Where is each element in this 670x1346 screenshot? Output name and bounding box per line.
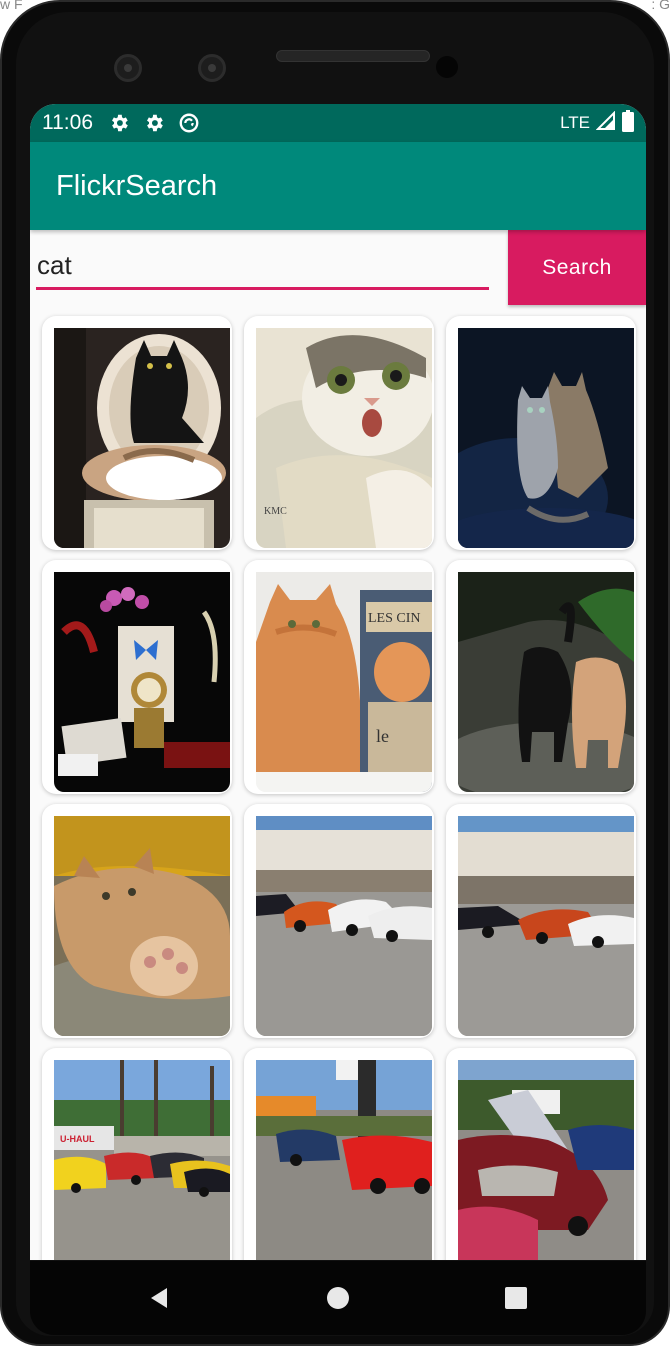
- result-photo-clock-still-life[interactable]: [54, 572, 230, 792]
- svg-text:KMC: KMC: [264, 506, 287, 517]
- app-bar: FlickrSearch: [30, 142, 646, 230]
- result-photo-car-lot[interactable]: [256, 816, 432, 1036]
- front-camera: [114, 54, 142, 82]
- result-photo-cars-uhaul[interactable]: U-HAUL: [54, 1060, 230, 1260]
- search-row: Search: [30, 230, 646, 306]
- proximity-sensor: [436, 56, 458, 78]
- network-type: LTE: [560, 113, 590, 132]
- svg-text:U-HAUL: U-HAUL: [60, 1134, 95, 1144]
- result-card[interactable]: [244, 1048, 434, 1260]
- result-photo-red-blue-cars[interactable]: [256, 1060, 432, 1260]
- navigation-bar: [30, 1261, 646, 1335]
- result-card[interactable]: [446, 316, 636, 550]
- result-photo-orange-cat-tin[interactable]: LES CIN le: [256, 572, 432, 792]
- device-top-right-text: : G: [651, 0, 670, 12]
- svg-text:LES CIN: LES CIN: [368, 611, 421, 626]
- result-photo-cats-walking[interactable]: [458, 572, 634, 792]
- home-icon[interactable]: [325, 1285, 351, 1311]
- battery-icon: [622, 109, 634, 137]
- result-photo-two-cats[interactable]: [458, 328, 634, 548]
- app-screen: 11:06 LTE FlickrSearch Search: [30, 104, 646, 1260]
- settings-icon: [142, 111, 166, 135]
- status-bar: 11:06 LTE: [30, 104, 646, 142]
- result-card[interactable]: [244, 804, 434, 1038]
- result-card[interactable]: [446, 560, 636, 794]
- result-photo-lying-cat[interactable]: [54, 816, 230, 1036]
- settings-icon: [107, 111, 131, 135]
- result-card[interactable]: [42, 316, 232, 550]
- sync-icon: [177, 111, 201, 135]
- search-input[interactable]: [36, 244, 489, 290]
- status-right-group: LTE: [560, 109, 634, 137]
- recents-icon[interactable]: [503, 1285, 529, 1311]
- result-photo-watercolor-cat[interactable]: KMC: [256, 328, 432, 548]
- result-card[interactable]: LES CIN le: [244, 560, 434, 794]
- svg-text:le: le: [376, 726, 389, 746]
- signal-icon: [595, 110, 616, 136]
- result-card[interactable]: [42, 804, 232, 1038]
- device-top-left-text: w F: [0, 0, 23, 12]
- result-photo-car-lot-2[interactable]: [458, 816, 634, 1036]
- result-card[interactable]: U-HAUL: [42, 1048, 232, 1260]
- status-time: 11:06: [42, 111, 93, 134]
- result-card[interactable]: KMC: [244, 316, 434, 550]
- result-card[interactable]: [42, 560, 232, 794]
- front-camera-secondary: [198, 54, 226, 82]
- result-photo-cat-illustration[interactable]: [54, 328, 230, 548]
- result-card[interactable]: [446, 1048, 636, 1260]
- back-icon[interactable]: [146, 1285, 172, 1311]
- search-button[interactable]: Search: [508, 230, 646, 305]
- app-title: FlickrSearch: [56, 169, 218, 202]
- earpiece-speaker: [276, 50, 430, 62]
- result-photo-open-hood-car[interactable]: [458, 1060, 634, 1260]
- result-card[interactable]: [446, 804, 636, 1038]
